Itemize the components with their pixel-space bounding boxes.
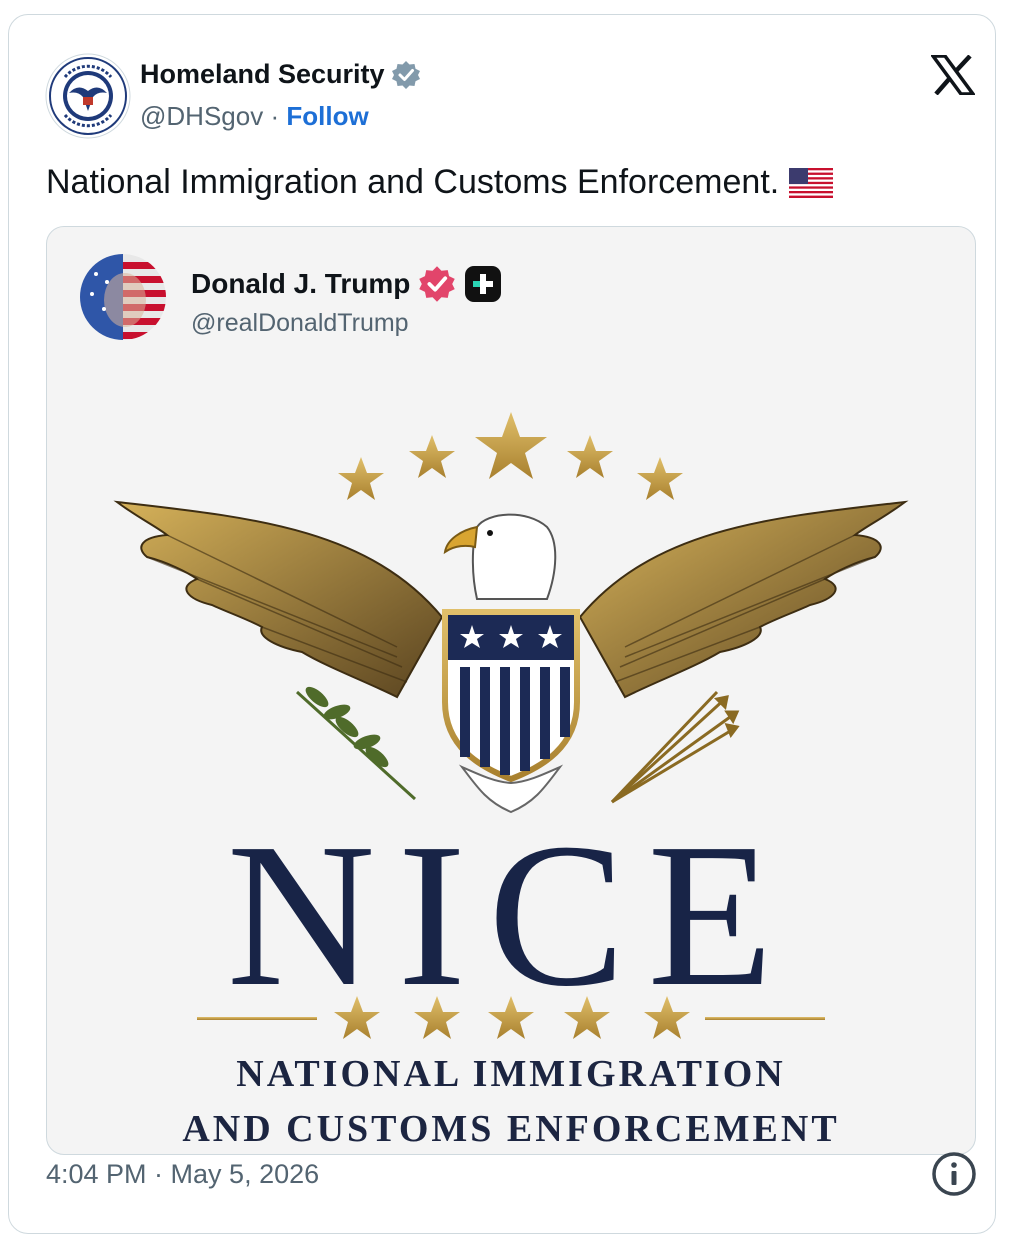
tagline-line-1: NATIONAL IMMIGRATION bbox=[236, 1053, 786, 1095]
post-timestamp[interactable]: 4:04 PM · May 5, 2026 bbox=[46, 1159, 319, 1190]
post-text: National Immigration and Customs Enforce… bbox=[46, 163, 834, 202]
olive-branch bbox=[295, 686, 417, 801]
handle-separator: · bbox=[270, 101, 280, 131]
eagle-head bbox=[471, 513, 557, 600]
post-text-content: National Immigration and Customs Enforce… bbox=[46, 163, 780, 201]
dhs-seal-icon[interactable] bbox=[45, 53, 131, 139]
author-handle[interactable]: @DHSgov bbox=[140, 101, 263, 131]
author-handle-row: @DHSgov · Follow bbox=[140, 101, 369, 132]
author-name-row: Homeland Security bbox=[140, 59, 421, 90]
left-wing bbox=[113, 500, 444, 699]
x-logo-icon[interactable] bbox=[931, 55, 975, 95]
quoted-post[interactable]: Donald J. Trump @realDonaldTrump NICE NA… bbox=[46, 226, 976, 1155]
arrows bbox=[610, 690, 740, 804]
info-icon[interactable] bbox=[931, 1151, 977, 1197]
verified-badge-icon bbox=[391, 60, 420, 89]
tweet-card: Homeland Security @DHSgov · Follow Natio… bbox=[8, 14, 996, 1234]
nice-headline: NICE bbox=[226, 800, 796, 1029]
author-name[interactable]: Homeland Security bbox=[140, 59, 385, 90]
us-flag-icon bbox=[789, 167, 834, 198]
tagline-line-2: AND CUSTOMS ENFORCEMENT bbox=[182, 1108, 840, 1150]
star-arc bbox=[338, 412, 683, 500]
follow-button[interactable]: Follow bbox=[286, 101, 368, 131]
right-wing bbox=[578, 500, 909, 699]
